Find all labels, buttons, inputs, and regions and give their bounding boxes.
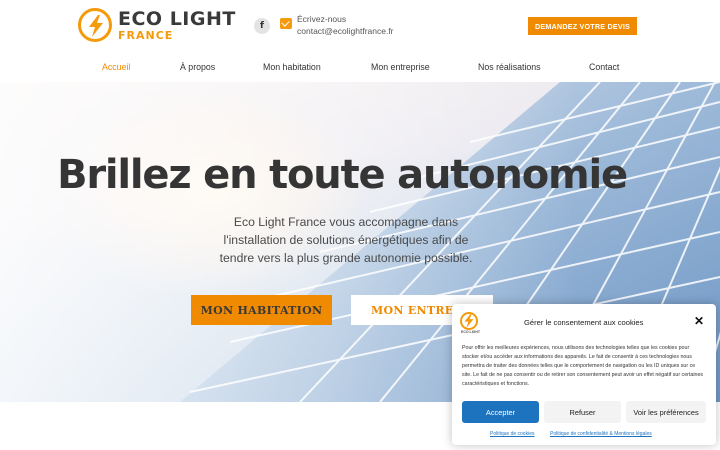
nav-item-a-propos[interactable]: À propos [180, 62, 215, 72]
logo-name: ECO LIGHT [118, 7, 236, 30]
facebook-glyph: f [260, 21, 264, 31]
hero-title: Brillez en toute autonomie [57, 152, 628, 198]
accept-button[interactable]: Accepter [462, 401, 539, 423]
cookie-policy-link[interactable]: Politique de cookies [490, 431, 534, 437]
contact-email[interactable]: contact@ecolightfrance.fr [297, 25, 394, 37]
nav-item-nos-realisations[interactable]: Nos réalisations [478, 62, 541, 72]
nav-item-mon-habitation[interactable]: Mon habitation [263, 62, 321, 72]
cookie-title: Gérer le consentement aux cookies [524, 318, 644, 327]
privacy-policy-link[interactable]: Politique de confidentialité & Mentions … [550, 431, 652, 437]
nav-item-contact[interactable]: Contact [589, 62, 619, 72]
contact-label: Écrivez-nous [297, 14, 347, 24]
nav-item-accueil[interactable]: Accueil [102, 62, 130, 72]
logo-sub: FRANCE [118, 28, 174, 42]
close-icon[interactable]: ✕ [694, 315, 704, 327]
facebook-icon[interactable]: f [254, 18, 270, 34]
cookie-logo-icon [460, 312, 478, 330]
cookie-consent-dialog: ECO LIGHT Gérer le consentement aux cook… [452, 304, 716, 445]
site-header: ECO LIGHT FRANCE f Écrivez-nous contact@… [0, 0, 720, 82]
refuse-button[interactable]: Refuser [544, 401, 621, 423]
cookie-logo-text: ECO LIGHT [461, 330, 481, 334]
mon-habitation-button[interactable]: MON HABITATION [191, 295, 332, 325]
mail-icon [280, 18, 292, 29]
cookie-body-text: Pour offrir les meilleures expériences, … [462, 345, 704, 387]
quote-request-button[interactable]: DEMANDEZ VOTRE DEVIS [528, 17, 637, 35]
site-logo[interactable]: ECO LIGHT FRANCE [78, 8, 236, 42]
nav-item-mon-entreprise[interactable]: Mon entreprise [371, 62, 430, 72]
hero-subtitle: Eco Light France vous accompagne dans l'… [219, 215, 473, 265]
preferences-button[interactable]: Voir les préférences [626, 401, 706, 423]
lightning-bolt-icon [78, 8, 112, 42]
main-nav: Accueil À propos Mon habitation Mon entr… [0, 56, 720, 78]
contact-block[interactable]: Écrivez-nous contact@ecolightfrance.fr [297, 13, 394, 37]
